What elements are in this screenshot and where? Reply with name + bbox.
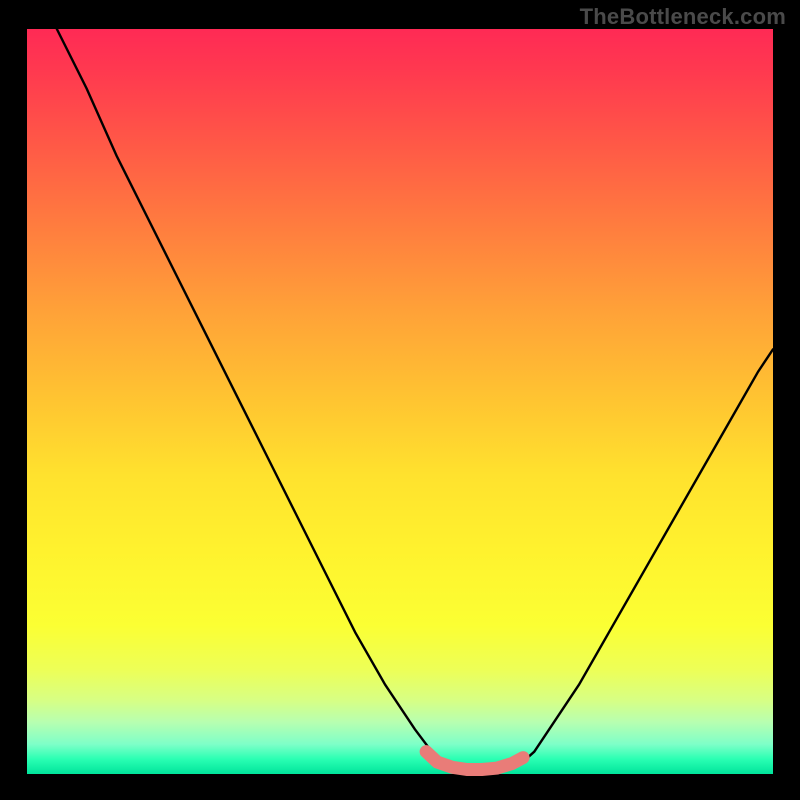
chart-frame: TheBottleneck.com (0, 0, 800, 800)
bottleneck-curve-svg (27, 29, 773, 774)
bottleneck-highlight (426, 752, 523, 770)
watermark-text: TheBottleneck.com (580, 4, 786, 30)
bottleneck-curve (27, 0, 773, 770)
plot-area (27, 29, 773, 774)
